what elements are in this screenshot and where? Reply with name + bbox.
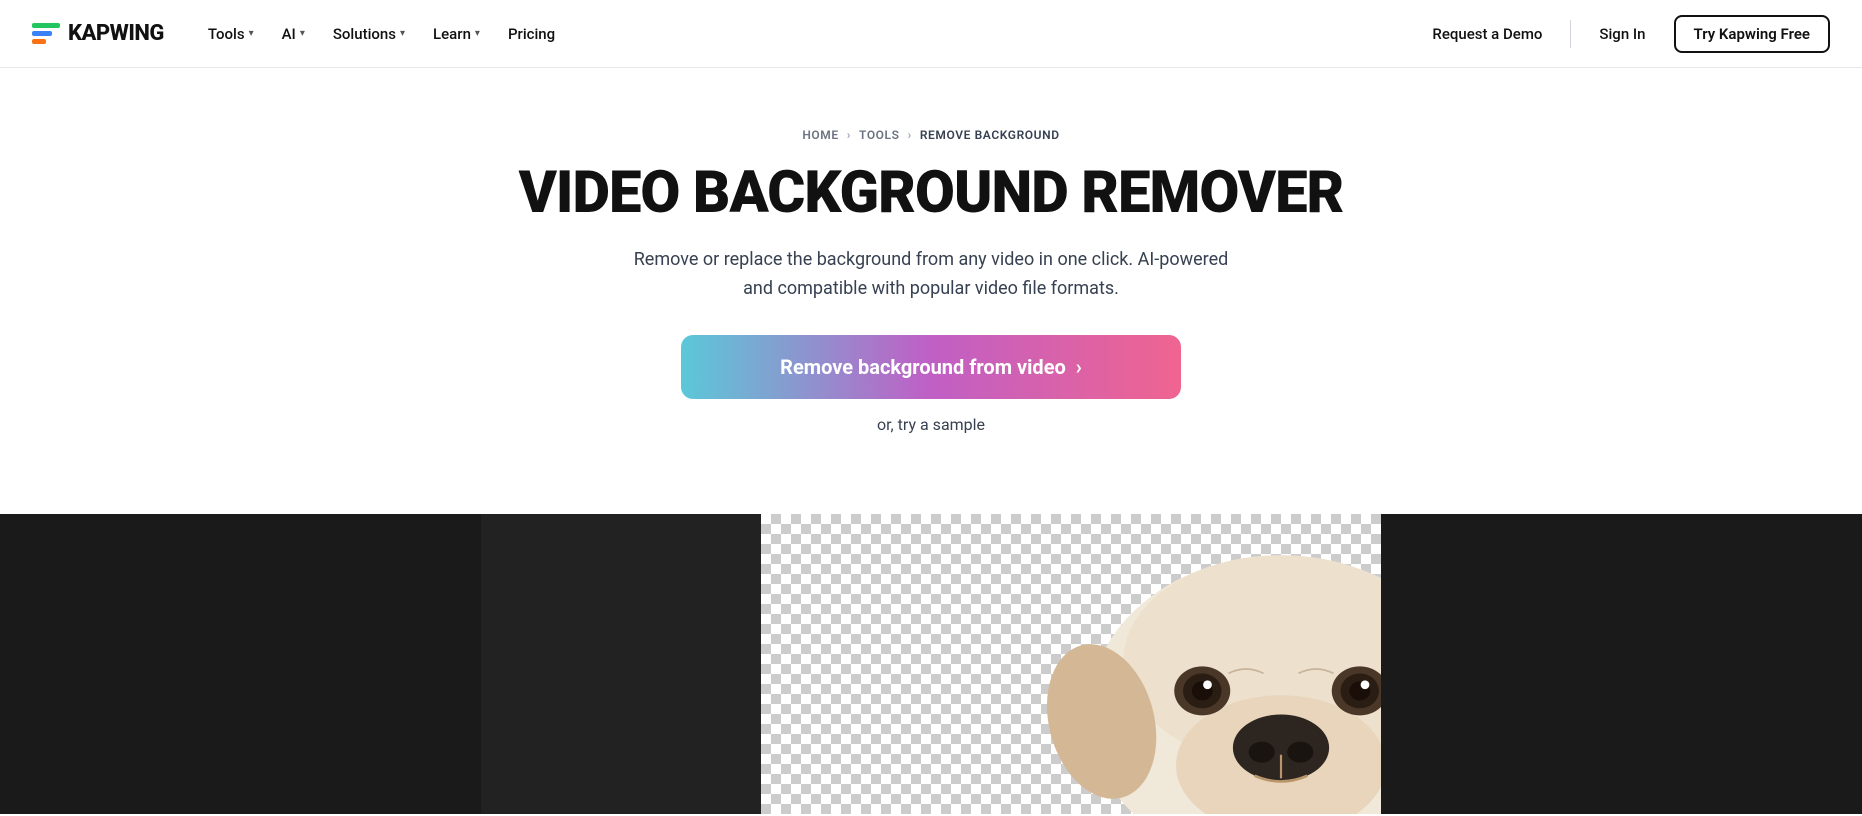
breadcrumb-home[interactable]: HOME: [802, 128, 838, 142]
nav-learn[interactable]: Learn ▾: [421, 17, 492, 51]
page-title: VIDEO BACKGROUND REMOVER: [20, 162, 1842, 226]
cta-label: Remove background from video: [780, 355, 1066, 379]
nav-right: Request a Demo Sign In Try Kapwing Free: [1416, 15, 1830, 53]
nav-solutions[interactable]: Solutions ▾: [321, 17, 417, 51]
hero-section: HOME › TOOLS › REMOVE BACKGROUND VIDEO B…: [0, 68, 1862, 514]
nav-pricing[interactable]: Pricing: [496, 17, 567, 51]
or-sample-text[interactable]: or, try a sample: [877, 415, 985, 434]
sign-in-link[interactable]: Sign In: [1583, 17, 1661, 51]
demo-dark-bg: [481, 514, 761, 814]
nav-solutions-label: Solutions: [333, 25, 396, 43]
logo-link[interactable]: KAPWING: [32, 21, 164, 46]
nav-links: Tools ▾ AI ▾ Solutions ▾ Learn ▾ Pricing: [196, 17, 1417, 51]
logo-bar-orange: [32, 39, 46, 44]
demo-inner: [481, 514, 1381, 814]
breadcrumb: HOME › TOOLS › REMOVE BACKGROUND: [20, 128, 1842, 142]
chevron-right-icon: ›: [1076, 355, 1082, 379]
breadcrumb-tools[interactable]: TOOLS: [859, 128, 900, 142]
chevron-down-icon: ▾: [475, 28, 480, 39]
nav-ai[interactable]: AI ▾: [270, 17, 317, 51]
logo-text: KAPWING: [68, 21, 164, 46]
hero-description: Remove or replace the background from an…: [631, 246, 1231, 304]
remove-background-button[interactable]: Remove background from video ›: [681, 335, 1181, 399]
breadcrumb-sep-2: ›: [908, 128, 912, 142]
logo-bar-green: [32, 23, 60, 28]
navbar: KAPWING Tools ▾ AI ▾ Solutions ▾ Learn ▾…: [0, 0, 1862, 68]
request-demo-link[interactable]: Request a Demo: [1416, 17, 1558, 51]
dog-illustration: [931, 524, 1381, 814]
demo-area: [0, 514, 1862, 814]
chevron-down-icon: ▾: [300, 28, 305, 39]
chevron-down-icon: ▾: [249, 28, 254, 39]
cta-area: Remove background from video › or, try a…: [20, 335, 1842, 474]
breadcrumb-sep-1: ›: [847, 128, 851, 142]
try-kapwing-button[interactable]: Try Kapwing Free: [1674, 15, 1831, 53]
demo-transparent-bg: [761, 514, 1381, 814]
nav-pricing-label: Pricing: [508, 25, 555, 43]
nav-ai-label: AI: [282, 25, 296, 43]
nav-learn-label: Learn: [433, 25, 471, 43]
nav-divider: [1570, 20, 1571, 48]
breadcrumb-current: REMOVE BACKGROUND: [920, 128, 1060, 142]
logo-bar-blue: [32, 31, 52, 36]
nav-tools-label: Tools: [208, 25, 245, 43]
logo-icon: [32, 23, 60, 45]
nav-tools[interactable]: Tools ▾: [196, 17, 266, 51]
chevron-down-icon: ▾: [400, 28, 405, 39]
